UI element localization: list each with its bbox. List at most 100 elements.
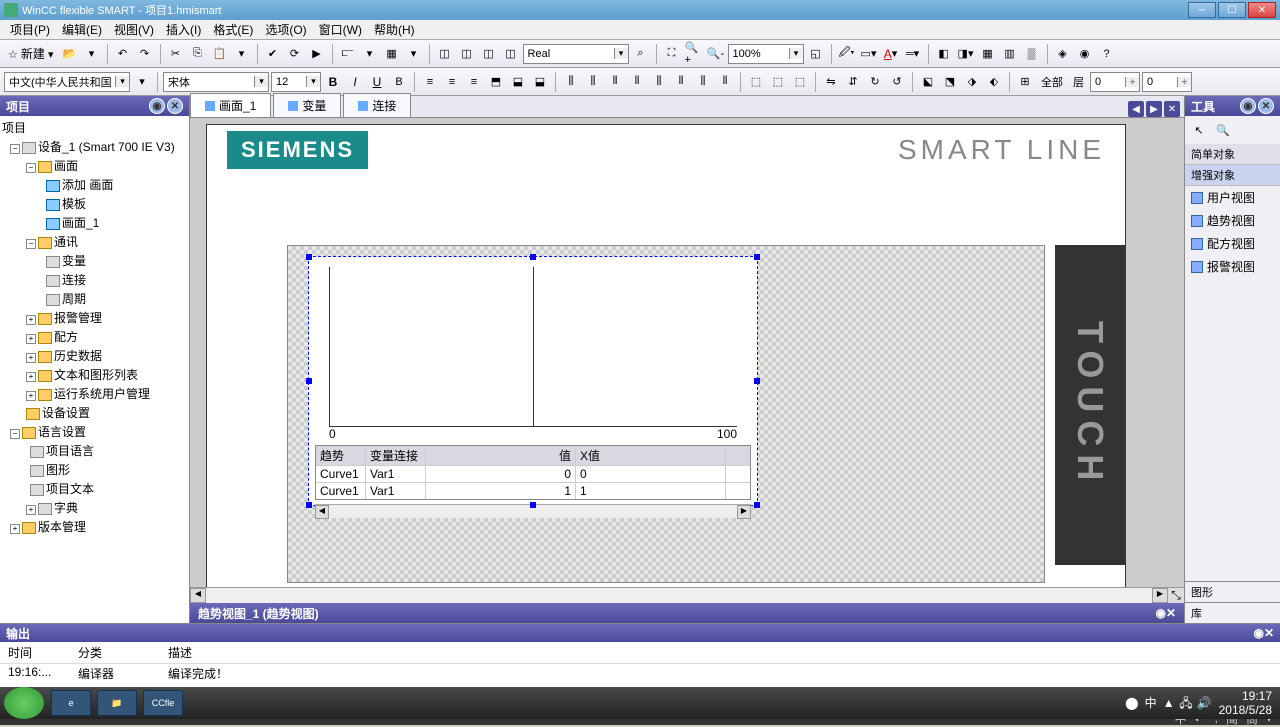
undo-icon[interactable]: ↶ [113, 44, 133, 64]
dist1-icon[interactable]: ⫼ [561, 72, 581, 92]
tree-dict[interactable]: +字典 [2, 498, 187, 517]
size2-icon[interactable]: ⬚ [768, 72, 788, 92]
tree-text-graphics[interactable]: +文本和图形列表 [2, 365, 187, 384]
align-l-icon[interactable]: ≡ [420, 72, 440, 92]
hmi-body[interactable]: 0 100 趋势 变量连接 值 X值 Curve1 [287, 245, 1045, 583]
order4-icon[interactable]: ⬖ [984, 72, 1004, 92]
tab-next-icon[interactable]: ▶ [1146, 101, 1162, 117]
hmi-screen[interactable]: SIEMENS SMART LINE 0 100 [206, 124, 1126, 587]
tray-flag-icon[interactable]: ▲ [1161, 696, 1175, 710]
flip2-icon[interactable]: ⇵ [843, 72, 863, 92]
tool-trend-view[interactable]: 趋势视图 [1185, 209, 1280, 232]
project-tree[interactable]: 项目 −设备_1 (Smart 700 IE V3) −画面 添加 画面 模板 … [0, 116, 189, 623]
dist5-icon[interactable]: ⫼ [649, 72, 669, 92]
group2-icon[interactable]: ◫ [457, 44, 477, 64]
misc1-icon[interactable]: ◧ [934, 44, 954, 64]
tree-comm[interactable]: −通讯 [2, 232, 187, 251]
prop-close-icon[interactable]: ✕ [1166, 606, 1176, 620]
tree-cycles[interactable]: 周期 [2, 289, 187, 308]
misc3-icon[interactable]: ▦ [978, 44, 998, 64]
order2-icon[interactable]: ⬔ [940, 72, 960, 92]
taskbar-explorer[interactable]: 📁 [97, 690, 137, 716]
align-b-icon[interactable]: ⬓ [530, 72, 550, 92]
output-close-icon[interactable]: ✕ [1264, 626, 1274, 640]
tool-recipe-view[interactable]: 配方视图 [1185, 232, 1280, 255]
menu-format[interactable]: 格式(E) [207, 19, 259, 40]
find-icon[interactable]: ⌕ [631, 44, 651, 64]
tool-alarm-view[interactable]: 报警视图 [1185, 255, 1280, 278]
tree-variables[interactable]: 变量 [2, 251, 187, 270]
group1-icon[interactable]: ◫ [435, 44, 455, 64]
play-icon[interactable]: ▶ [307, 44, 327, 64]
layer-dd-icon[interactable]: ▾ [404, 44, 424, 64]
panel-close-icon[interactable]: ✕ [167, 98, 183, 114]
tray-ime-icon[interactable]: 中 [1143, 696, 1157, 710]
dist3-icon[interactable]: ⫴ [605, 72, 625, 92]
zoom-in-icon[interactable]: 🔍+ [684, 44, 704, 64]
tab-prev-icon[interactable]: ◀ [1128, 101, 1144, 117]
paste-icon[interactable]: 📋 [210, 44, 230, 64]
layer-icon[interactable]: ▦ [382, 44, 402, 64]
tree-runtime-users[interactable]: +运行系统用户管理 [2, 384, 187, 403]
tree-device-settings[interactable]: 设备设置 [2, 403, 187, 422]
tool-arrow-icon[interactable]: ↖ [1189, 120, 1209, 140]
tools-graphics-label[interactable]: 图形 [1185, 581, 1280, 602]
help-icon[interactable]: ? [1097, 44, 1117, 64]
order3-icon[interactable]: ⬗ [962, 72, 982, 92]
menu-insert[interactable]: 插入(I) [160, 19, 207, 40]
outcol-desc[interactable]: 描述 [168, 644, 192, 661]
tree-version-mgmt[interactable]: +版本管理 [2, 517, 187, 536]
tree-history[interactable]: +历史数据 [2, 346, 187, 365]
redo-icon[interactable]: ↷ [135, 44, 155, 64]
tree-lang-settings[interactable]: −语言设置 [2, 422, 187, 441]
menu-project[interactable]: 项目(P) [4, 19, 56, 40]
group3-icon[interactable]: ◫ [479, 44, 499, 64]
menu-window[interactable]: 窗口(W) [313, 19, 368, 40]
dist7-icon[interactable]: ⫼ [693, 72, 713, 92]
dropdown-icon[interactable]: ▾ [232, 44, 252, 64]
copy-icon[interactable]: ⎘ [188, 44, 208, 64]
menu-options[interactable]: 选项(O) [259, 19, 312, 40]
sync-icon[interactable]: ⟳ [285, 44, 305, 64]
trend-view-object[interactable]: 0 100 趋势 变量连接 值 X值 Curve1 [308, 256, 758, 506]
tray-icon[interactable]: ⬤ [1125, 696, 1139, 710]
misc2-icon[interactable]: ◨▾ [956, 44, 976, 64]
tree-proj-lang[interactable]: 项目语言 [2, 441, 187, 460]
align-t-icon[interactable]: ⬒ [486, 72, 506, 92]
bold-button[interactable]: B [323, 72, 343, 92]
maximize-button[interactable]: ☐ [1218, 2, 1246, 18]
start-button[interactable] [4, 687, 44, 719]
taskbar-ie[interactable]: e [51, 690, 91, 716]
italic-button[interactable]: I [345, 72, 365, 92]
tab-variables[interactable]: 变量 [273, 93, 341, 117]
misc6-icon[interactable]: ◈ [1053, 44, 1073, 64]
tree-screens[interactable]: −画面 [2, 156, 187, 175]
editor-canvas[interactable]: SIEMENS SMART LINE 0 100 [190, 118, 1184, 587]
order1-icon[interactable]: ⬕ [918, 72, 938, 92]
tree-recipes[interactable]: +配方 [2, 327, 187, 346]
tab-close-icon[interactable]: ✕ [1164, 101, 1180, 117]
dist4-icon[interactable]: ⫴ [627, 72, 647, 92]
zoom-select[interactable]: ▾ [728, 44, 804, 64]
lang-opt-icon[interactable]: ▾ [132, 72, 152, 92]
format-type-select[interactable]: ▾ [523, 44, 629, 64]
misc5-icon[interactable]: ▒ [1022, 44, 1042, 64]
underline-button[interactable]: U [367, 72, 387, 92]
layer-a-input[interactable]: ÷ [1090, 72, 1140, 92]
open-icon[interactable]: 📂 [60, 44, 80, 64]
panel-pin-icon[interactable]: ◉ [149, 98, 165, 114]
tools-section-simple[interactable]: 简单对象 [1185, 144, 1280, 165]
color1-icon[interactable]: 🖉▾ [837, 44, 857, 64]
tree-template[interactable]: 模板 [2, 194, 187, 213]
tray-vol-icon[interactable]: 🔊 [1197, 696, 1211, 710]
dist6-icon[interactable]: ⫴ [671, 72, 691, 92]
rot1-icon[interactable]: ↻ [865, 72, 885, 92]
zoom-fit-icon[interactable]: ◱ [806, 44, 826, 64]
close-button[interactable]: ✕ [1248, 2, 1276, 18]
taskbar-wincc[interactable]: CCfle [143, 690, 183, 716]
font-family-select[interactable]: ▾ [163, 72, 269, 92]
tree-graphics[interactable]: 图形 [2, 460, 187, 479]
system-tray[interactable]: ⬤ 中 ▲ 🖧 🔊 19:17 2018/5/28 [1117, 689, 1280, 718]
align-c-icon[interactable]: ≡ [442, 72, 462, 92]
tools-section-enhanced[interactable]: 增强对象 [1185, 165, 1280, 186]
